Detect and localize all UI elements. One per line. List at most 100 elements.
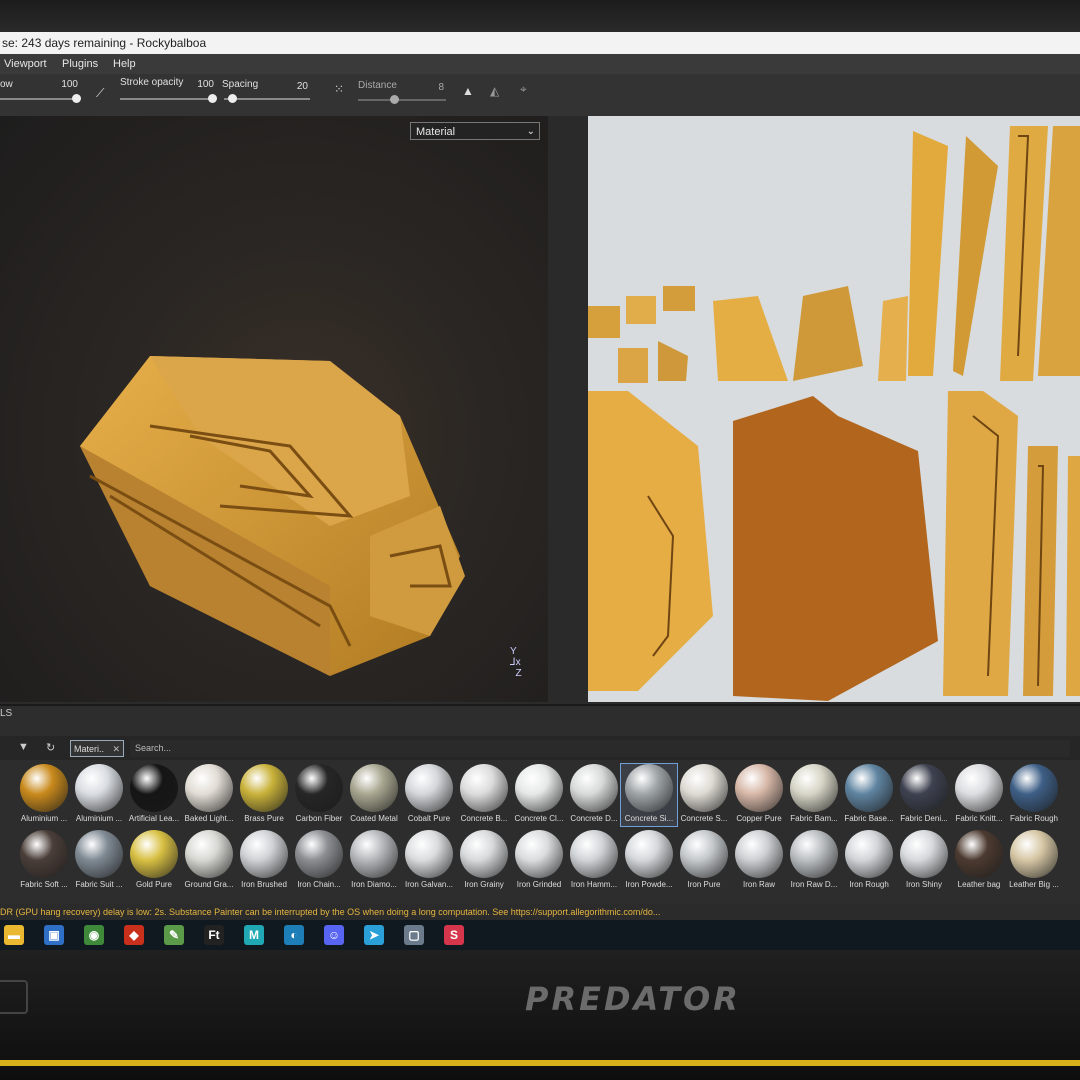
store-icon[interactable]: ▣ bbox=[44, 925, 64, 945]
close-icon[interactable]: ✕ bbox=[112, 741, 120, 758]
material-sphere-preview bbox=[790, 830, 838, 878]
material-thumbnail[interactable]: Leather Big ... bbox=[1006, 830, 1062, 892]
shelf-tab[interactable]: LS bbox=[0, 708, 12, 719]
laptop-bezel: PREDATOR bbox=[0, 950, 1080, 1080]
material-thumbnail[interactable]: Concrete B... bbox=[456, 764, 512, 826]
material-thumbnail[interactable]: Iron Raw bbox=[731, 830, 787, 892]
material-thumbnail[interactable]: Iron Pure bbox=[676, 830, 732, 892]
material-thumbnail[interactable]: Concrete D... bbox=[566, 764, 622, 826]
material-sphere-preview bbox=[900, 764, 948, 812]
material-thumbnail[interactable]: Iron Diamo... bbox=[346, 830, 402, 892]
material-label: Iron Brushed bbox=[241, 880, 287, 889]
distance-value[interactable]: 8 bbox=[420, 82, 444, 93]
material-thumbnail[interactable]: Gold Pure bbox=[126, 830, 182, 892]
material-label: Fabric Suit ... bbox=[75, 880, 123, 889]
pen-pressure-icon[interactable]: ⟋ bbox=[96, 86, 104, 101]
material-sphere-preview bbox=[350, 764, 398, 812]
menu-help[interactable]: Help bbox=[113, 54, 136, 74]
material-thumbnail[interactable]: Baked Light... bbox=[181, 764, 237, 826]
material-sphere-preview bbox=[625, 830, 673, 878]
material-thumbnail[interactable]: Iron Galvan... bbox=[401, 830, 457, 892]
material-thumbnail[interactable]: Fabric Bam... bbox=[786, 764, 842, 826]
material-thumbnail[interactable]: Iron Raw D... bbox=[786, 830, 842, 892]
3d-viewport[interactable]: Material ⌄ Y ⅃x Z bbox=[0, 116, 548, 702]
file-explorer-icon[interactable]: ▬ bbox=[4, 925, 24, 945]
material-thumbnail[interactable]: Iron Hamm... bbox=[566, 830, 622, 892]
telegram-icon[interactable]: ➤ bbox=[364, 925, 384, 945]
vm-app-icon[interactable]: ▢ bbox=[404, 925, 424, 945]
menu-plugins[interactable]: Plugins bbox=[62, 54, 98, 74]
stroke-opacity-slider[interactable] bbox=[120, 94, 217, 103]
ft-app-icon[interactable]: Ft bbox=[204, 925, 224, 945]
flow-value[interactable]: 100 bbox=[50, 79, 78, 90]
flow-label: ow bbox=[0, 79, 13, 90]
search-input[interactable]: Search... bbox=[130, 740, 1070, 757]
material-thumbnail[interactable]: Aluminium ... bbox=[16, 764, 72, 826]
material-label: Gold Pure bbox=[135, 880, 173, 889]
material-thumbnail[interactable]: Iron Chain... bbox=[291, 830, 347, 892]
material-sphere-preview bbox=[460, 764, 508, 812]
material-thumbnail[interactable]: Fabric Suit ... bbox=[71, 830, 127, 892]
stroke-opacity-value[interactable]: 100 bbox=[190, 79, 214, 90]
tool-properties-bar: ow 100 ⟋ Stroke opacity 100 Spacing 20 ⁙… bbox=[0, 74, 1080, 117]
menu-viewport[interactable]: Viewport bbox=[4, 54, 47, 74]
distance-slider[interactable] bbox=[358, 95, 446, 104]
material-thumbnail[interactable]: Iron Brushed bbox=[236, 830, 292, 892]
material-sphere-preview bbox=[185, 764, 233, 812]
material-label: Iron Galvan... bbox=[404, 880, 454, 889]
flow-slider[interactable] bbox=[0, 94, 81, 103]
material-thumbnail[interactable]: Fabric Deni... bbox=[896, 764, 952, 826]
lazy-mouse-icon[interactable]: ⁙ bbox=[334, 82, 344, 96]
material-thumbnail[interactable]: Iron Grinded bbox=[511, 830, 567, 892]
refresh-icon[interactable]: ↻ bbox=[46, 741, 55, 754]
material-thumbnail[interactable]: Leather bag bbox=[951, 830, 1007, 892]
window-title: se: 243 days remaining - Rockybalboa bbox=[0, 32, 1080, 54]
mirror-icon[interactable]: ◭ bbox=[490, 84, 499, 98]
red-app-icon[interactable]: ◆ bbox=[124, 925, 144, 945]
spacing-value[interactable]: 20 bbox=[280, 81, 308, 92]
material-thumbnail[interactable]: Aluminium ... bbox=[71, 764, 127, 826]
material-thumbnail[interactable]: Coated Metal bbox=[346, 764, 402, 826]
material-thumbnail[interactable]: Concrete Cl... bbox=[511, 764, 567, 826]
filter-chip[interactable]: Materi.. ✕ bbox=[70, 740, 124, 757]
material-sphere-preview bbox=[295, 764, 343, 812]
material-thumbnail[interactable]: Concrete S... bbox=[676, 764, 732, 826]
chrome-icon[interactable]: ◉ bbox=[84, 925, 104, 945]
material-thumbnail[interactable]: Artificial Lea... bbox=[126, 764, 182, 826]
laptop-port bbox=[0, 980, 28, 1014]
material-thumbnail[interactable]: Fabric Knitt... bbox=[951, 764, 1007, 826]
material-thumbnail[interactable]: Fabric Soft ... bbox=[16, 830, 72, 892]
material-sphere-preview bbox=[350, 830, 398, 878]
material-thumbnail[interactable]: Fabric Base... bbox=[841, 764, 897, 826]
transform-icon[interactable]: ⌖ bbox=[520, 82, 527, 97]
material-thumbnail[interactable]: Ground Gra... bbox=[181, 830, 237, 892]
2d-uv-viewport[interactable] bbox=[588, 116, 1080, 702]
material-sphere-preview bbox=[845, 764, 893, 812]
material-sphere-preview bbox=[680, 764, 728, 812]
material-thumbnail[interactable]: Brass Pure bbox=[236, 764, 292, 826]
viewport-divider[interactable] bbox=[548, 116, 588, 702]
discord-icon[interactable]: ☺ bbox=[324, 925, 344, 945]
substance-painter-icon[interactable]: S bbox=[444, 925, 464, 945]
material-sphere-preview bbox=[900, 830, 948, 878]
material-thumbnail[interactable]: Concrete Si... bbox=[620, 763, 678, 827]
material-thumbnail[interactable]: Iron Shiny bbox=[896, 830, 952, 892]
maya-icon[interactable]: M bbox=[244, 925, 264, 945]
material-sphere-preview bbox=[240, 764, 288, 812]
filter-icon[interactable]: ▼ bbox=[18, 741, 29, 753]
spacing-slider[interactable] bbox=[224, 94, 310, 103]
material-sphere-preview bbox=[185, 830, 233, 878]
material-thumbnail[interactable]: Copper Pure bbox=[731, 764, 787, 826]
material-thumbnail[interactable]: Iron Powde... bbox=[621, 830, 677, 892]
material-thumbnail[interactable]: Cobalt Pure bbox=[401, 764, 457, 826]
material-thumbnail[interactable]: Fabric Rough bbox=[1006, 764, 1062, 826]
material-thumbnail[interactable]: Iron Rough bbox=[841, 830, 897, 892]
notepad-icon[interactable]: ✎ bbox=[164, 925, 184, 945]
material-thumbnail[interactable]: Iron Grainy bbox=[456, 830, 512, 892]
symmetry-icon[interactable]: ▲ bbox=[462, 84, 474, 98]
uv-texture-map bbox=[588, 126, 1080, 701]
material-sphere-preview bbox=[680, 830, 728, 878]
blue-app-icon[interactable]: ◐ bbox=[284, 925, 304, 945]
material-thumbnail[interactable]: Carbon Fiber bbox=[291, 764, 347, 826]
material-sphere-preview bbox=[460, 830, 508, 878]
